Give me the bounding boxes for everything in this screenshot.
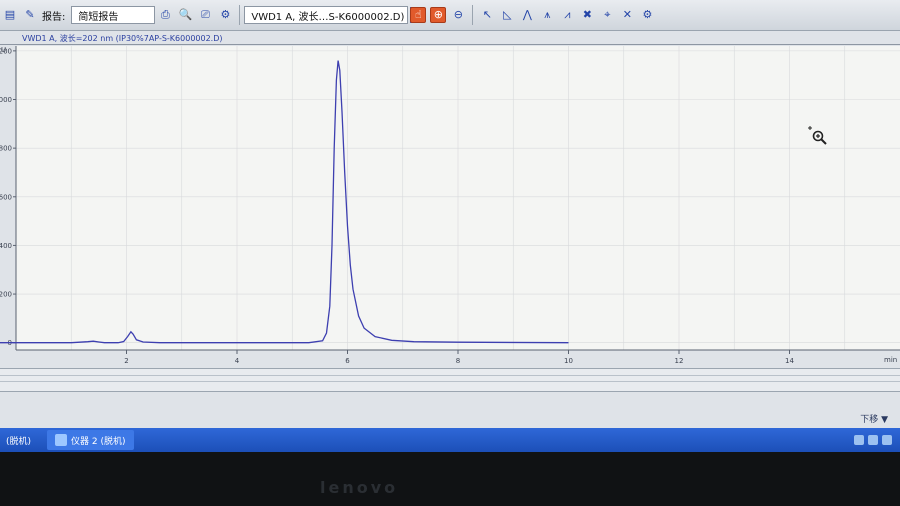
toolbar-separator: [472, 5, 474, 25]
x-tick-label: 10: [564, 357, 573, 365]
settings-icon[interactable]: ⚙: [639, 7, 655, 23]
x-unit-label: min: [884, 356, 897, 364]
print-preview-icon[interactable]: ⎙: [157, 7, 173, 23]
x-tick-label: 2: [124, 357, 128, 365]
delete-peak-icon[interactable]: ✖: [579, 7, 595, 23]
taskbar: (脱机) 仪器 2 (脱机): [0, 428, 900, 452]
tangent-skim-icon[interactable]: ⩘: [559, 7, 575, 23]
status-divider: [0, 381, 900, 382]
signal-value: VWD1 A, 波长…S-K6000002.D): [251, 11, 405, 23]
instrument-icon: [55, 434, 68, 446]
main-toolbar: ▤ ✎ 报告: 简短报告 ⎙ 🔍 ⎚ ⚙ VWD1 A, 波长…S-K60000…: [0, 0, 900, 31]
report-label: 报告:: [42, 11, 66, 23]
report-icon[interactable]: ▤: [2, 7, 18, 23]
chromatogram-plot[interactable]: 2468101214 020040060080010001200 U min: [0, 44, 900, 368]
system-tray: [850, 435, 892, 445]
chart-title: VWD1 A, 波长=202 nm (IP30%7AP-S-K6000002.D…: [22, 34, 223, 43]
taskbar-instrument-label: 仪器 2 (脱机): [71, 436, 126, 447]
scroll-down-label[interactable]: 下移 ▼: [860, 412, 888, 425]
remove-label-icon[interactable]: ✕: [619, 7, 635, 23]
select-arrow-icon[interactable]: ↖: [479, 7, 495, 23]
y-tick-label: 1000: [0, 96, 12, 104]
edit-report-icon[interactable]: ✎: [22, 7, 38, 23]
y-tick-group: 020040060080010001200: [0, 47, 16, 347]
peak-label-icon[interactable]: ⌖: [599, 7, 615, 23]
draw-baseline-icon[interactable]: ◺: [499, 7, 515, 23]
toolbar-separator: [239, 5, 241, 25]
y-tick-label: 800: [0, 145, 12, 153]
tray-network-icon[interactable]: [854, 435, 864, 445]
tray-volume-icon[interactable]: [868, 435, 878, 445]
y-tick-label: 600: [0, 193, 12, 201]
taskbar-instrument-2[interactable]: 仪器 2 (脱机): [47, 430, 134, 450]
print-icon[interactable]: ⎚: [197, 7, 213, 23]
tools-icon[interactable]: ⚙: [217, 7, 233, 23]
report-template-select[interactable]: 简短报告: [71, 6, 156, 24]
zoom-out-icon[interactable]: ⊖: [450, 7, 466, 23]
status-strip: [0, 368, 900, 392]
taskbar-offline-text: (脱机): [6, 436, 32, 447]
x-tick-label: 6: [345, 357, 350, 365]
x-tick-label: 12: [675, 357, 684, 365]
zoom-icon[interactable]: ⊕: [430, 7, 447, 23]
x-tick-label: 8: [456, 357, 460, 365]
y-unit-label: U: [1, 46, 6, 54]
status-divider: [0, 375, 900, 376]
x-tick-label: 4: [235, 357, 240, 365]
report-template-value: 简短报告: [78, 11, 119, 23]
pan-hand-icon[interactable]: ☝: [410, 7, 427, 23]
integrate-peak-icon[interactable]: ⋀: [519, 7, 535, 23]
y-tick-label: 400: [0, 242, 12, 250]
tray-shield-icon[interactable]: [882, 435, 892, 445]
y-tick-label: 200: [0, 291, 12, 299]
split-peak-icon[interactable]: ⩚: [539, 7, 555, 23]
monitor-brand-logo: lenovo: [320, 478, 399, 497]
x-tick-label: 14: [785, 357, 794, 365]
preview-icon[interactable]: 🔍: [177, 7, 193, 23]
chromatography-window: ▤ ✎ 报告: 简短报告 ⎙ 🔍 ⎚ ⚙ VWD1 A, 波长…S-K60000…: [0, 0, 900, 452]
x-tick-group: 2 4 6 8 10 12 14: [124, 350, 794, 365]
signal-select[interactable]: VWD1 A, 波长…S-K6000002.D) ▼: [244, 6, 417, 24]
